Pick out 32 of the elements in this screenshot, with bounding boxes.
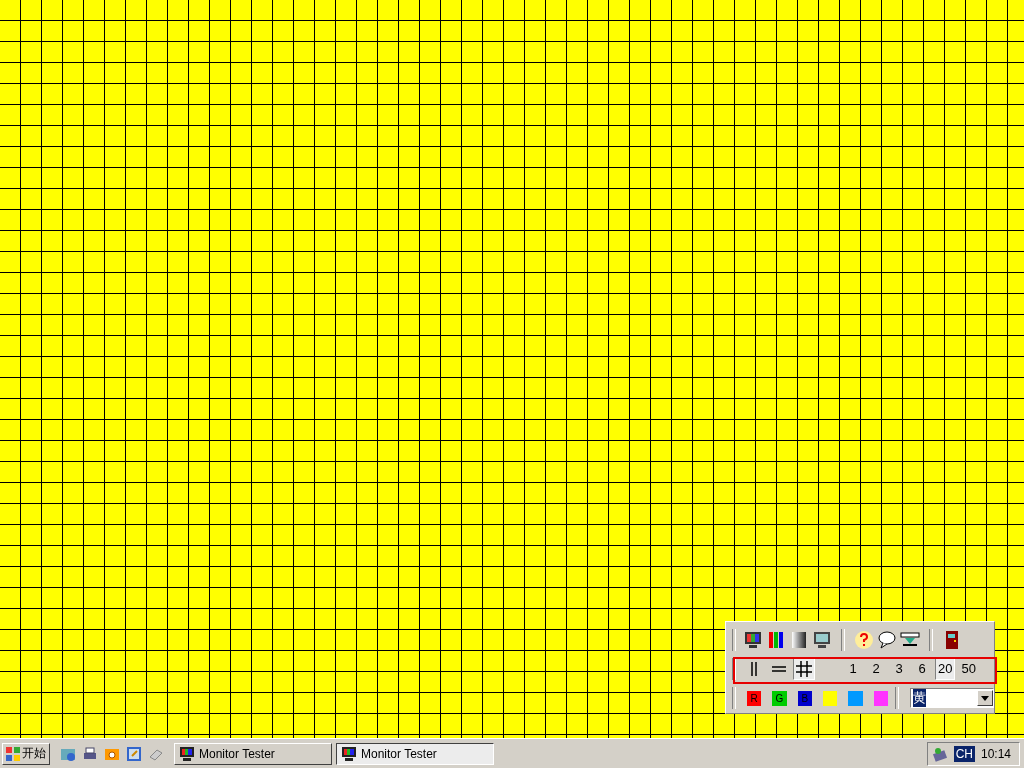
monitor-icon[interactable] xyxy=(812,629,832,650)
color-bars-icon[interactable] xyxy=(766,629,786,650)
spacing-button[interactable]: 6 xyxy=(912,658,932,680)
grid-button[interactable] xyxy=(793,658,815,680)
gradient-icon[interactable] xyxy=(789,629,809,650)
spacing-button[interactable]: 50 xyxy=(958,658,979,680)
clock: 10:14 xyxy=(980,746,1011,761)
monitor-icon[interactable] xyxy=(743,629,763,650)
spacing-button[interactable]: 1 xyxy=(843,658,863,680)
speech-bubble-icon[interactable] xyxy=(877,629,897,650)
spacing-button[interactable]: 2 xyxy=(866,658,886,680)
network-icon[interactable] xyxy=(931,745,948,762)
monitor-icon xyxy=(179,745,195,762)
start-button[interactable]: 开始 xyxy=(2,742,50,765)
spacing-button[interactable]: 3 xyxy=(889,658,909,680)
taskbar-button[interactable]: Monitor Tester xyxy=(336,742,494,765)
color-swatch[interactable] xyxy=(873,690,888,706)
windows-logo-icon xyxy=(6,746,20,761)
color-swatch[interactable] xyxy=(822,690,838,706)
picture-icon[interactable] xyxy=(126,745,142,762)
help-icon[interactable] xyxy=(854,629,874,650)
monitor-icon xyxy=(341,745,357,762)
color-dropdown[interactable]: 黄 xyxy=(909,688,994,709)
taskbar-button[interactable]: Monitor Tester xyxy=(174,742,332,765)
color-swatch[interactable]: R xyxy=(746,690,762,706)
grid-icon xyxy=(794,659,814,679)
language-indicator[interactable]: CH xyxy=(953,745,975,762)
color-swatch[interactable]: G xyxy=(772,690,787,706)
color-swatch[interactable] xyxy=(848,690,863,706)
printer-icon[interactable] xyxy=(82,745,98,762)
caret-icon xyxy=(980,695,989,701)
spacing-button[interactable]: 20 xyxy=(935,658,956,680)
